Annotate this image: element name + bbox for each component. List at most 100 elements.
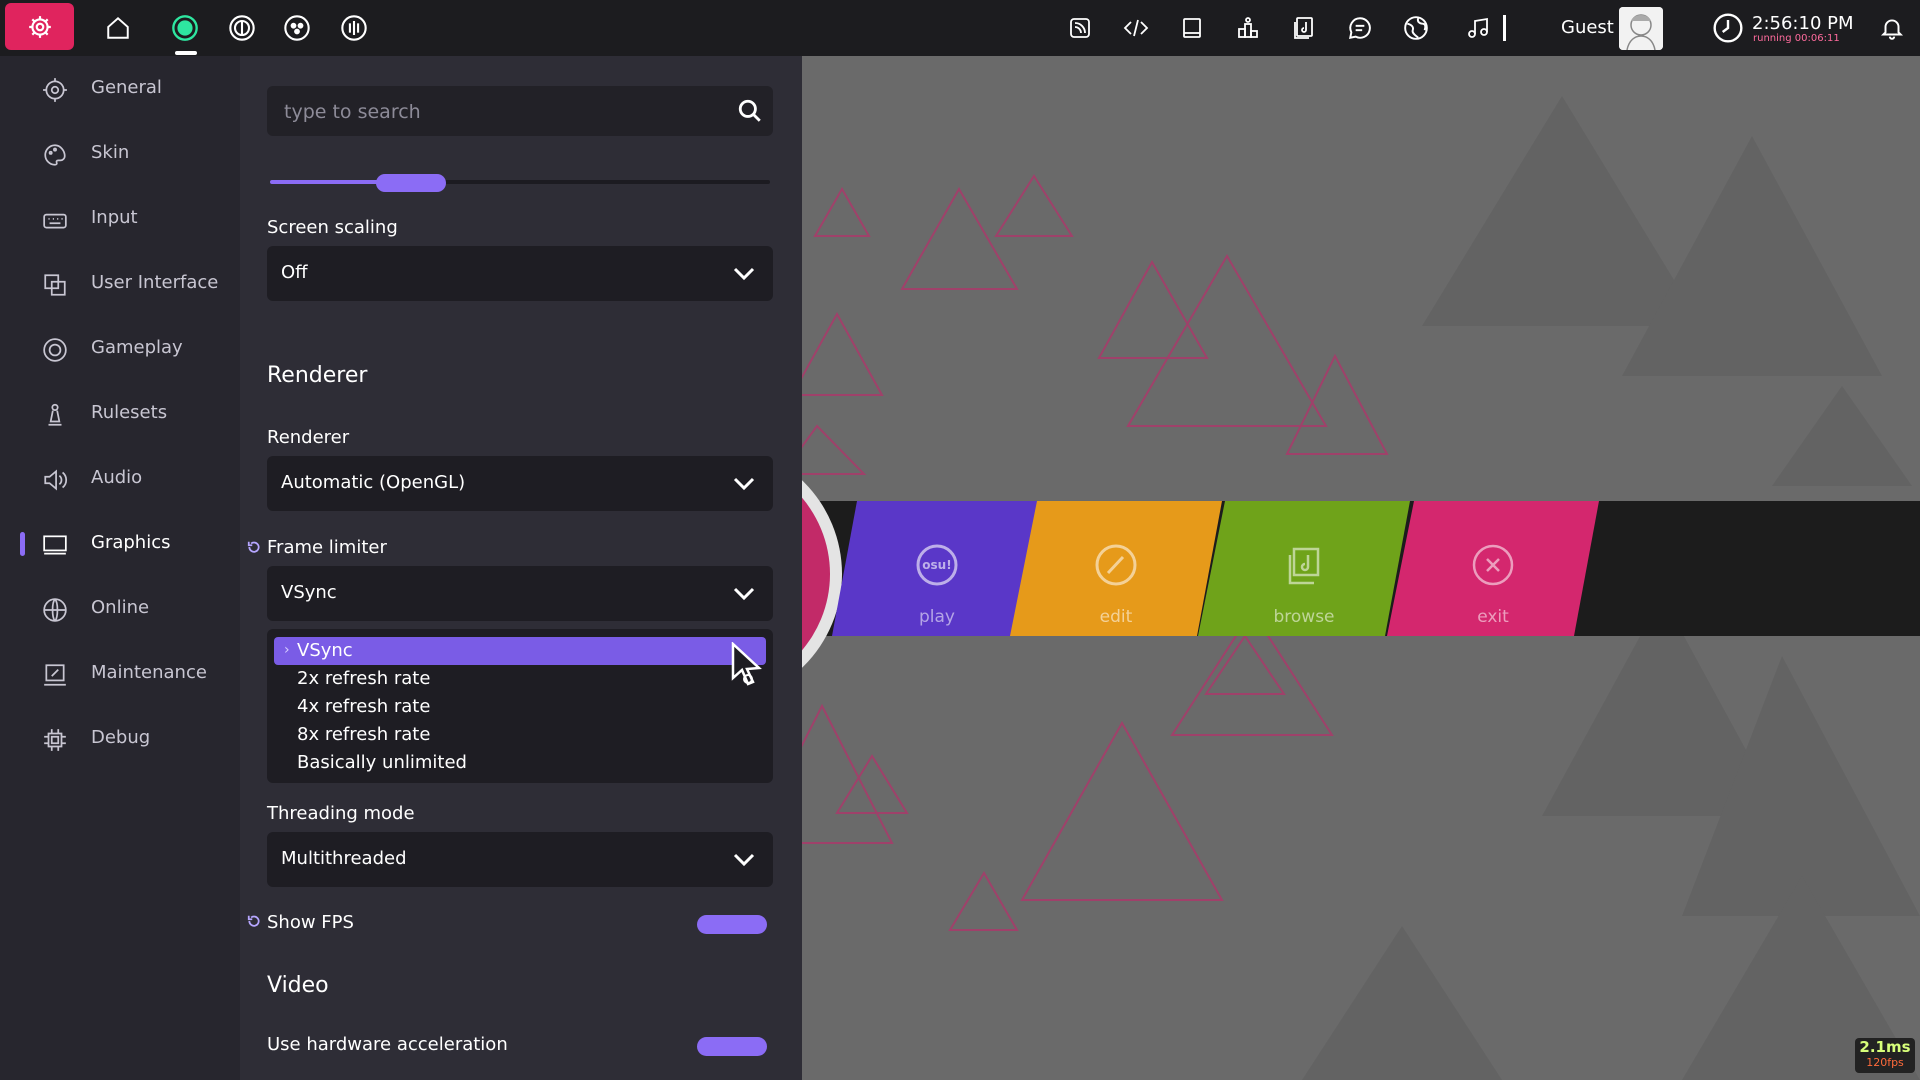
ruleset-osu-button[interactable]	[162, 0, 208, 56]
exit-label: exit	[1477, 607, 1509, 627]
renderer-section-title: Renderer	[267, 363, 368, 388]
frame-limiter-option-unlimited[interactable]: Basically unlimited	[267, 749, 773, 777]
sidebar-item-graphics[interactable]: Graphics	[0, 519, 240, 569]
edit-label: edit	[1099, 607, 1133, 627]
frame-limiter-label: Frame limiter	[267, 537, 387, 558]
threading-mode-label: Threading mode	[267, 803, 415, 824]
online-button[interactable]	[1396, 0, 1436, 56]
threading-mode-dropdown[interactable]: Multithreaded	[267, 832, 773, 887]
chat-button[interactable]	[1340, 0, 1380, 56]
ui-scaling-slider-handle[interactable]	[376, 174, 446, 192]
sidebar-item-user-interface[interactable]: User Interface	[0, 259, 240, 309]
beatmap-listing-icon	[1294, 17, 1313, 39]
clock-running-time: running 00:06:11	[1753, 33, 1840, 44]
revert-icon[interactable]	[247, 540, 261, 554]
avatar[interactable]	[1619, 7, 1663, 50]
home-button[interactable]	[95, 0, 141, 56]
frame-limiter-value: VSync	[281, 582, 337, 603]
browse-button[interactable]: browse	[1198, 501, 1410, 636]
globe-icon	[43, 598, 67, 622]
edit-button[interactable]: edit	[1010, 501, 1222, 636]
news-icon	[1070, 18, 1090, 38]
active-ruleset-indicator	[175, 51, 197, 55]
settings-button[interactable]	[5, 3, 74, 50]
sidebar-item-label: Maintenance	[91, 662, 207, 683]
catch-ruleset-icon	[284, 15, 310, 41]
renderer-dropdown[interactable]: Automatic (OpenGL)	[267, 456, 773, 511]
tablet-icon	[1183, 18, 1201, 38]
notifications-button[interactable]	[1870, 0, 1914, 56]
search-box[interactable]	[267, 86, 773, 136]
user-name[interactable]: Guest	[1561, 17, 1614, 38]
edit-icon	[1094, 543, 1138, 591]
toolbar: Guest 2:56:10 PM running 00:06:11	[0, 0, 1920, 56]
frame-limiter-option-4x[interactable]: 4x refresh rate	[267, 693, 773, 721]
revert-icon[interactable]	[247, 914, 261, 928]
code-button[interactable]	[1116, 0, 1156, 56]
sidebar-item-label: Input	[91, 207, 138, 228]
frame-limiter-dropdown[interactable]: VSync	[267, 566, 773, 621]
settings-panel: Screen scaling Off Renderer Renderer Aut…	[240, 56, 802, 1080]
option-label: 4x refresh rate	[297, 696, 431, 717]
renderer-label: Renderer	[267, 427, 350, 448]
chevron-down-icon	[733, 267, 755, 281]
sidebar-item-label: User Interface	[91, 272, 219, 293]
frame-limiter-option-2x[interactable]: 2x refresh rate	[267, 665, 773, 693]
taiko-ruleset-icon	[229, 15, 255, 41]
clock-icon[interactable]	[1712, 12, 1744, 44]
chevron-down-icon	[733, 477, 755, 491]
frame-time: 2.1ms	[1859, 1038, 1911, 1056]
hardware-acceleration-label: Use hardware acceleration	[267, 1034, 508, 1055]
sidebar-item-online[interactable]: Online	[0, 584, 240, 634]
screen-scaling-value: Off	[281, 262, 308, 283]
beatmap-listing-button[interactable]	[1284, 0, 1324, 56]
sidebar-item-label: Skin	[91, 142, 130, 163]
layers-icon	[44, 274, 66, 296]
frame-limiter-option-8x[interactable]: 8x refresh rate	[267, 721, 773, 749]
threading-mode-value: Multithreaded	[281, 848, 407, 869]
exit-button[interactable]: exit	[1387, 501, 1599, 636]
renderer-value: Automatic (OpenGL)	[281, 472, 466, 493]
sidebar-item-input[interactable]: Input	[0, 194, 240, 244]
search-icon[interactable]	[737, 98, 763, 124]
sidebar-item-audio[interactable]: Audio	[0, 454, 240, 504]
sidebar-item-general[interactable]: General	[0, 64, 240, 114]
sidebar-item-label: General	[91, 77, 162, 98]
divider	[1503, 15, 1506, 41]
settings-sidebar: General Skin Input User Interface Gamepl…	[0, 56, 240, 1080]
ranking-icon	[1238, 17, 1258, 38]
sidebar-item-debug[interactable]: Debug	[0, 714, 240, 764]
sidebar-item-skin[interactable]: Skin	[0, 129, 240, 179]
exit-icon	[1471, 543, 1515, 591]
option-label: VSync	[297, 640, 353, 661]
monitor-icon	[43, 535, 67, 555]
frame-limiter-menu: › VSync 2x refresh rate 4x refresh rate …	[267, 629, 773, 783]
screen-scaling-dropdown[interactable]: Off	[267, 246, 773, 301]
mania-ruleset-icon	[341, 15, 367, 41]
ranking-button[interactable]	[1228, 0, 1268, 56]
ruleset-catch-button[interactable]	[274, 0, 320, 56]
osu-icon-text: osu!	[922, 558, 951, 572]
sidebar-item-rulesets[interactable]: Rulesets	[0, 389, 240, 439]
ui-scaling-slider-track[interactable]	[270, 180, 770, 184]
sidebar-item-label: Gameplay	[91, 337, 183, 358]
keyboard-icon	[43, 213, 67, 229]
frame-limiter-option-vsync[interactable]: › VSync	[267, 637, 773, 665]
show-fps-toggle[interactable]	[697, 915, 767, 934]
tablet-button[interactable]	[1172, 0, 1212, 56]
now-playing-button[interactable]	[1458, 0, 1498, 56]
hardware-acceleration-toggle[interactable]	[697, 1037, 767, 1056]
gameplay-icon	[43, 338, 67, 362]
sidebar-item-gameplay[interactable]: Gameplay	[0, 324, 240, 374]
ruleset-mania-button[interactable]	[331, 0, 377, 56]
ruleset-taiko-button[interactable]	[219, 0, 265, 56]
search-input[interactable]	[282, 98, 706, 126]
video-section-title: Video	[267, 973, 329, 998]
palette-icon	[44, 144, 66, 166]
home-icon	[107, 16, 129, 39]
sidebar-item-label: Rulesets	[91, 402, 168, 423]
gear-icon	[43, 78, 67, 102]
sidebar-item-maintenance[interactable]: Maintenance	[0, 649, 240, 699]
news-button[interactable]	[1060, 0, 1100, 56]
fps-counter: 120fps	[1866, 1056, 1904, 1069]
